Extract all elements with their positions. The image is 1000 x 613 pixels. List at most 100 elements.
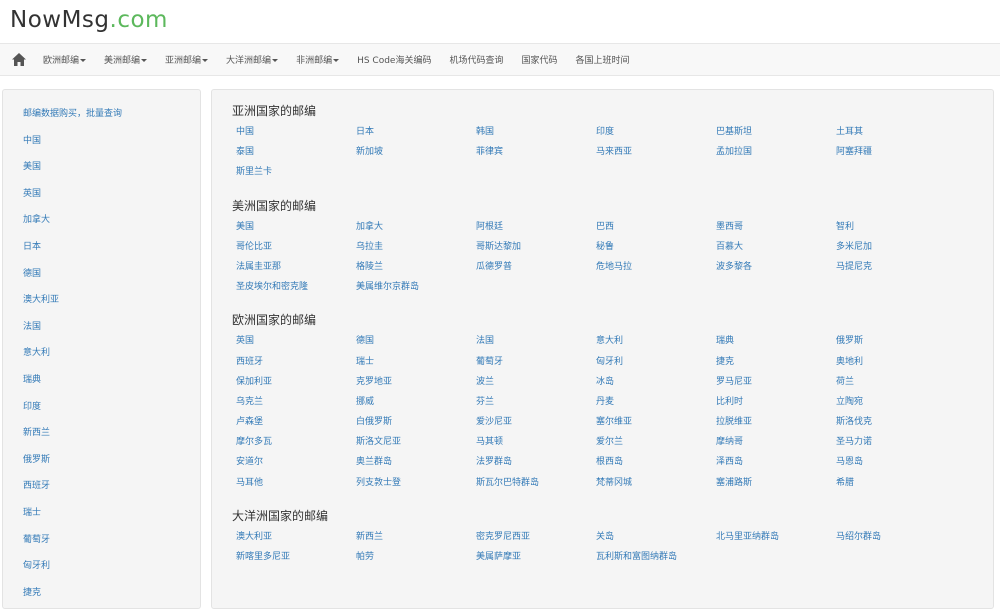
country-link[interactable]: 希腊	[832, 477, 952, 497]
country-link[interactable]: 格陵兰	[352, 261, 472, 281]
nav-item-8[interactable]: 各国上班时间	[567, 53, 639, 66]
country-link[interactable]: 奥地利	[832, 356, 952, 376]
nav-item-3[interactable]: 大洋洲邮编	[217, 53, 287, 66]
site-logo[interactable]: NowMsg.com	[10, 6, 990, 34]
country-link[interactable]: 马提尼克	[832, 261, 952, 281]
country-link[interactable]: 瑞士	[352, 356, 472, 376]
country-link[interactable]: 新加坡	[352, 146, 472, 166]
country-link[interactable]: 拉脱维亚	[712, 416, 832, 436]
country-link[interactable]: 根西岛	[592, 456, 712, 476]
country-link[interactable]: 危地马拉	[592, 261, 712, 281]
country-link[interactable]: 美国	[232, 221, 352, 241]
country-link[interactable]: 关岛	[592, 531, 712, 551]
country-link[interactable]: 斯洛伐克	[832, 416, 952, 436]
country-link[interactable]: 斯瓦尔巴特群岛	[472, 477, 592, 497]
country-link[interactable]: 新西兰	[352, 531, 472, 551]
sidebar-link-country[interactable]: 法国	[3, 321, 200, 348]
country-link[interactable]: 波兰	[472, 376, 592, 396]
country-link[interactable]: 帕劳	[352, 551, 472, 571]
country-link[interactable]: 多米尼加	[832, 241, 952, 261]
country-link[interactable]: 马其顿	[472, 436, 592, 456]
nav-item-0[interactable]: 欧洲邮编	[34, 53, 95, 66]
nav-item-2[interactable]: 亚洲邮编	[156, 53, 217, 66]
country-link[interactable]: 马绍尔群岛	[832, 531, 952, 551]
country-link[interactable]: 美属维尔京群岛	[352, 281, 472, 301]
nav-item-6[interactable]: 机场代码查询	[440, 53, 512, 66]
country-link[interactable]: 泰国	[232, 146, 352, 166]
country-link[interactable]: 马恩岛	[832, 456, 952, 476]
country-link[interactable]: 巴西	[592, 221, 712, 241]
country-link[interactable]: 新喀里多尼亚	[232, 551, 352, 571]
country-link[interactable]: 波多黎各	[712, 261, 832, 281]
country-link[interactable]: 挪威	[352, 396, 472, 416]
country-link[interactable]: 瓜德罗普	[472, 261, 592, 281]
country-link[interactable]: 西班牙	[232, 356, 352, 376]
country-link[interactable]: 斯洛文尼亚	[352, 436, 472, 456]
country-link[interactable]: 安道尔	[232, 456, 352, 476]
country-link[interactable]: 韩国	[472, 126, 592, 146]
country-link[interactable]: 北马里亚纳群岛	[712, 531, 832, 551]
sidebar-link-country[interactable]: 新西兰	[3, 427, 200, 454]
sidebar-link-country[interactable]: 澳大利亚	[3, 294, 200, 321]
sidebar-link-country[interactable]: 匈牙利	[3, 560, 200, 587]
country-link[interactable]: 墨西哥	[712, 221, 832, 241]
country-link[interactable]: 爱尔兰	[592, 436, 712, 456]
country-link[interactable]: 澳大利亚	[232, 531, 352, 551]
country-link[interactable]: 罗马尼亚	[712, 376, 832, 396]
nav-item-4[interactable]: 非洲邮编	[287, 53, 348, 66]
country-link[interactable]: 芬兰	[472, 396, 592, 416]
country-link[interactable]: 土耳其	[832, 126, 952, 146]
country-link[interactable]: 英国	[232, 335, 352, 355]
sidebar-link-country[interactable]: 印度	[3, 401, 200, 428]
country-link[interactable]: 塞浦路斯	[712, 477, 832, 497]
nav-item-1[interactable]: 美洲邮编	[95, 53, 156, 66]
country-link[interactable]: 摩尔多瓦	[232, 436, 352, 456]
country-link[interactable]: 日本	[352, 126, 472, 146]
country-link[interactable]: 瓦利斯和富图纳群岛	[592, 551, 712, 571]
country-link[interactable]: 奥兰群岛	[352, 456, 472, 476]
nav-item-5[interactable]: HS Code海关编码	[348, 53, 440, 66]
country-link[interactable]: 葡萄牙	[472, 356, 592, 376]
country-link[interactable]: 立陶宛	[832, 396, 952, 416]
country-link[interactable]: 塞尔维亚	[592, 416, 712, 436]
country-link[interactable]: 秘鲁	[592, 241, 712, 261]
sidebar-link-country[interactable]: 美国	[3, 161, 200, 188]
country-link[interactable]: 匈牙利	[592, 356, 712, 376]
sidebar-link-country[interactable]: 英国	[3, 188, 200, 215]
country-link[interactable]: 摩纳哥	[712, 436, 832, 456]
country-link[interactable]: 白俄罗斯	[352, 416, 472, 436]
country-link[interactable]: 菲律宾	[472, 146, 592, 166]
country-link[interactable]: 乌拉圭	[352, 241, 472, 261]
country-link[interactable]: 百慕大	[712, 241, 832, 261]
sidebar-link-country[interactable]: 瑞士	[3, 507, 200, 534]
country-link[interactable]: 哥斯达黎加	[472, 241, 592, 261]
country-link[interactable]: 克罗地亚	[352, 376, 472, 396]
home-icon[interactable]	[11, 52, 27, 68]
sidebar-link-country[interactable]: 捷克	[3, 587, 200, 613]
country-link[interactable]: 哥伦比亚	[232, 241, 352, 261]
sidebar-link-country[interactable]: 加拿大	[3, 214, 200, 241]
nav-item-7[interactable]: 国家代码	[512, 53, 566, 66]
country-link[interactable]: 比利时	[712, 396, 832, 416]
country-link[interactable]: 阿塞拜疆	[832, 146, 952, 166]
country-link[interactable]: 智利	[832, 221, 952, 241]
country-link[interactable]: 法国	[472, 335, 592, 355]
country-link[interactable]: 斯里兰卡	[232, 166, 352, 186]
country-link[interactable]: 丹麦	[592, 396, 712, 416]
country-link[interactable]: 圣马力诺	[832, 436, 952, 456]
country-link[interactable]: 中国	[232, 126, 352, 146]
country-link[interactable]: 卢森堡	[232, 416, 352, 436]
country-link[interactable]: 荷兰	[832, 376, 952, 396]
sidebar-link-country[interactable]: 中国	[3, 135, 200, 162]
sidebar-link-data-purchase[interactable]: 邮编数据购买，批量查询	[3, 108, 200, 135]
country-link[interactable]: 加拿大	[352, 221, 472, 241]
country-link[interactable]: 捷克	[712, 356, 832, 376]
country-link[interactable]: 巴基斯坦	[712, 126, 832, 146]
country-link[interactable]: 瑞典	[712, 335, 832, 355]
country-link[interactable]: 密克罗尼西亚	[472, 531, 592, 551]
country-link[interactable]: 德国	[352, 335, 472, 355]
sidebar-link-country[interactable]: 德国	[3, 268, 200, 295]
country-link[interactable]: 梵蒂冈城	[592, 477, 712, 497]
country-link[interactable]: 美属萨摩亚	[472, 551, 592, 571]
country-link[interactable]: 印度	[592, 126, 712, 146]
